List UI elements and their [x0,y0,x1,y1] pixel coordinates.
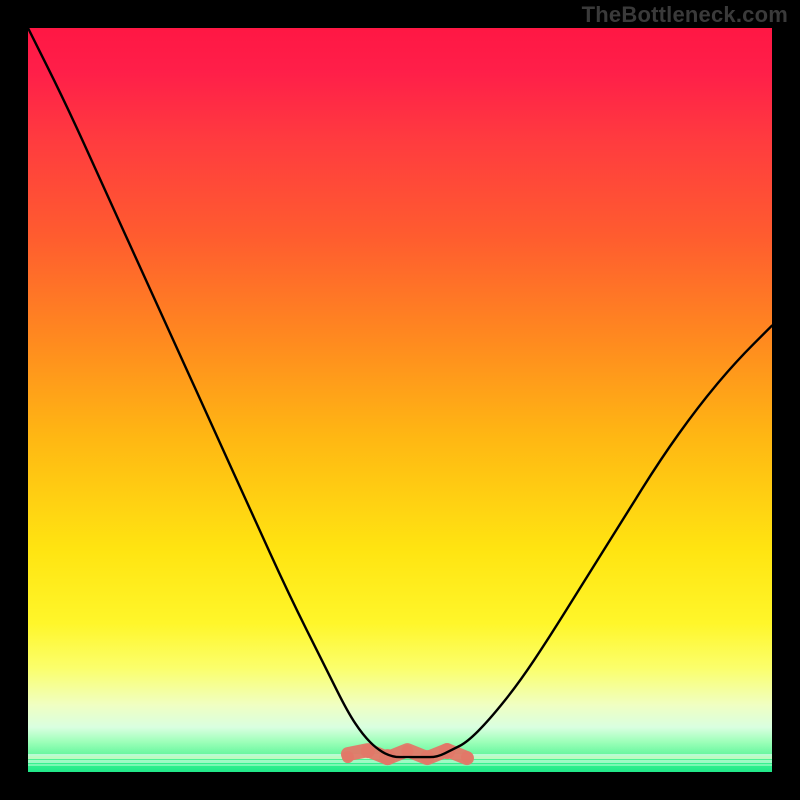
bottleneck-curve-line [28,28,772,757]
chart-frame: TheBottleneck.com [0,0,800,800]
plot-area [28,28,772,772]
watermark-text: TheBottleneck.com [582,2,788,28]
curve-svg [28,28,772,772]
